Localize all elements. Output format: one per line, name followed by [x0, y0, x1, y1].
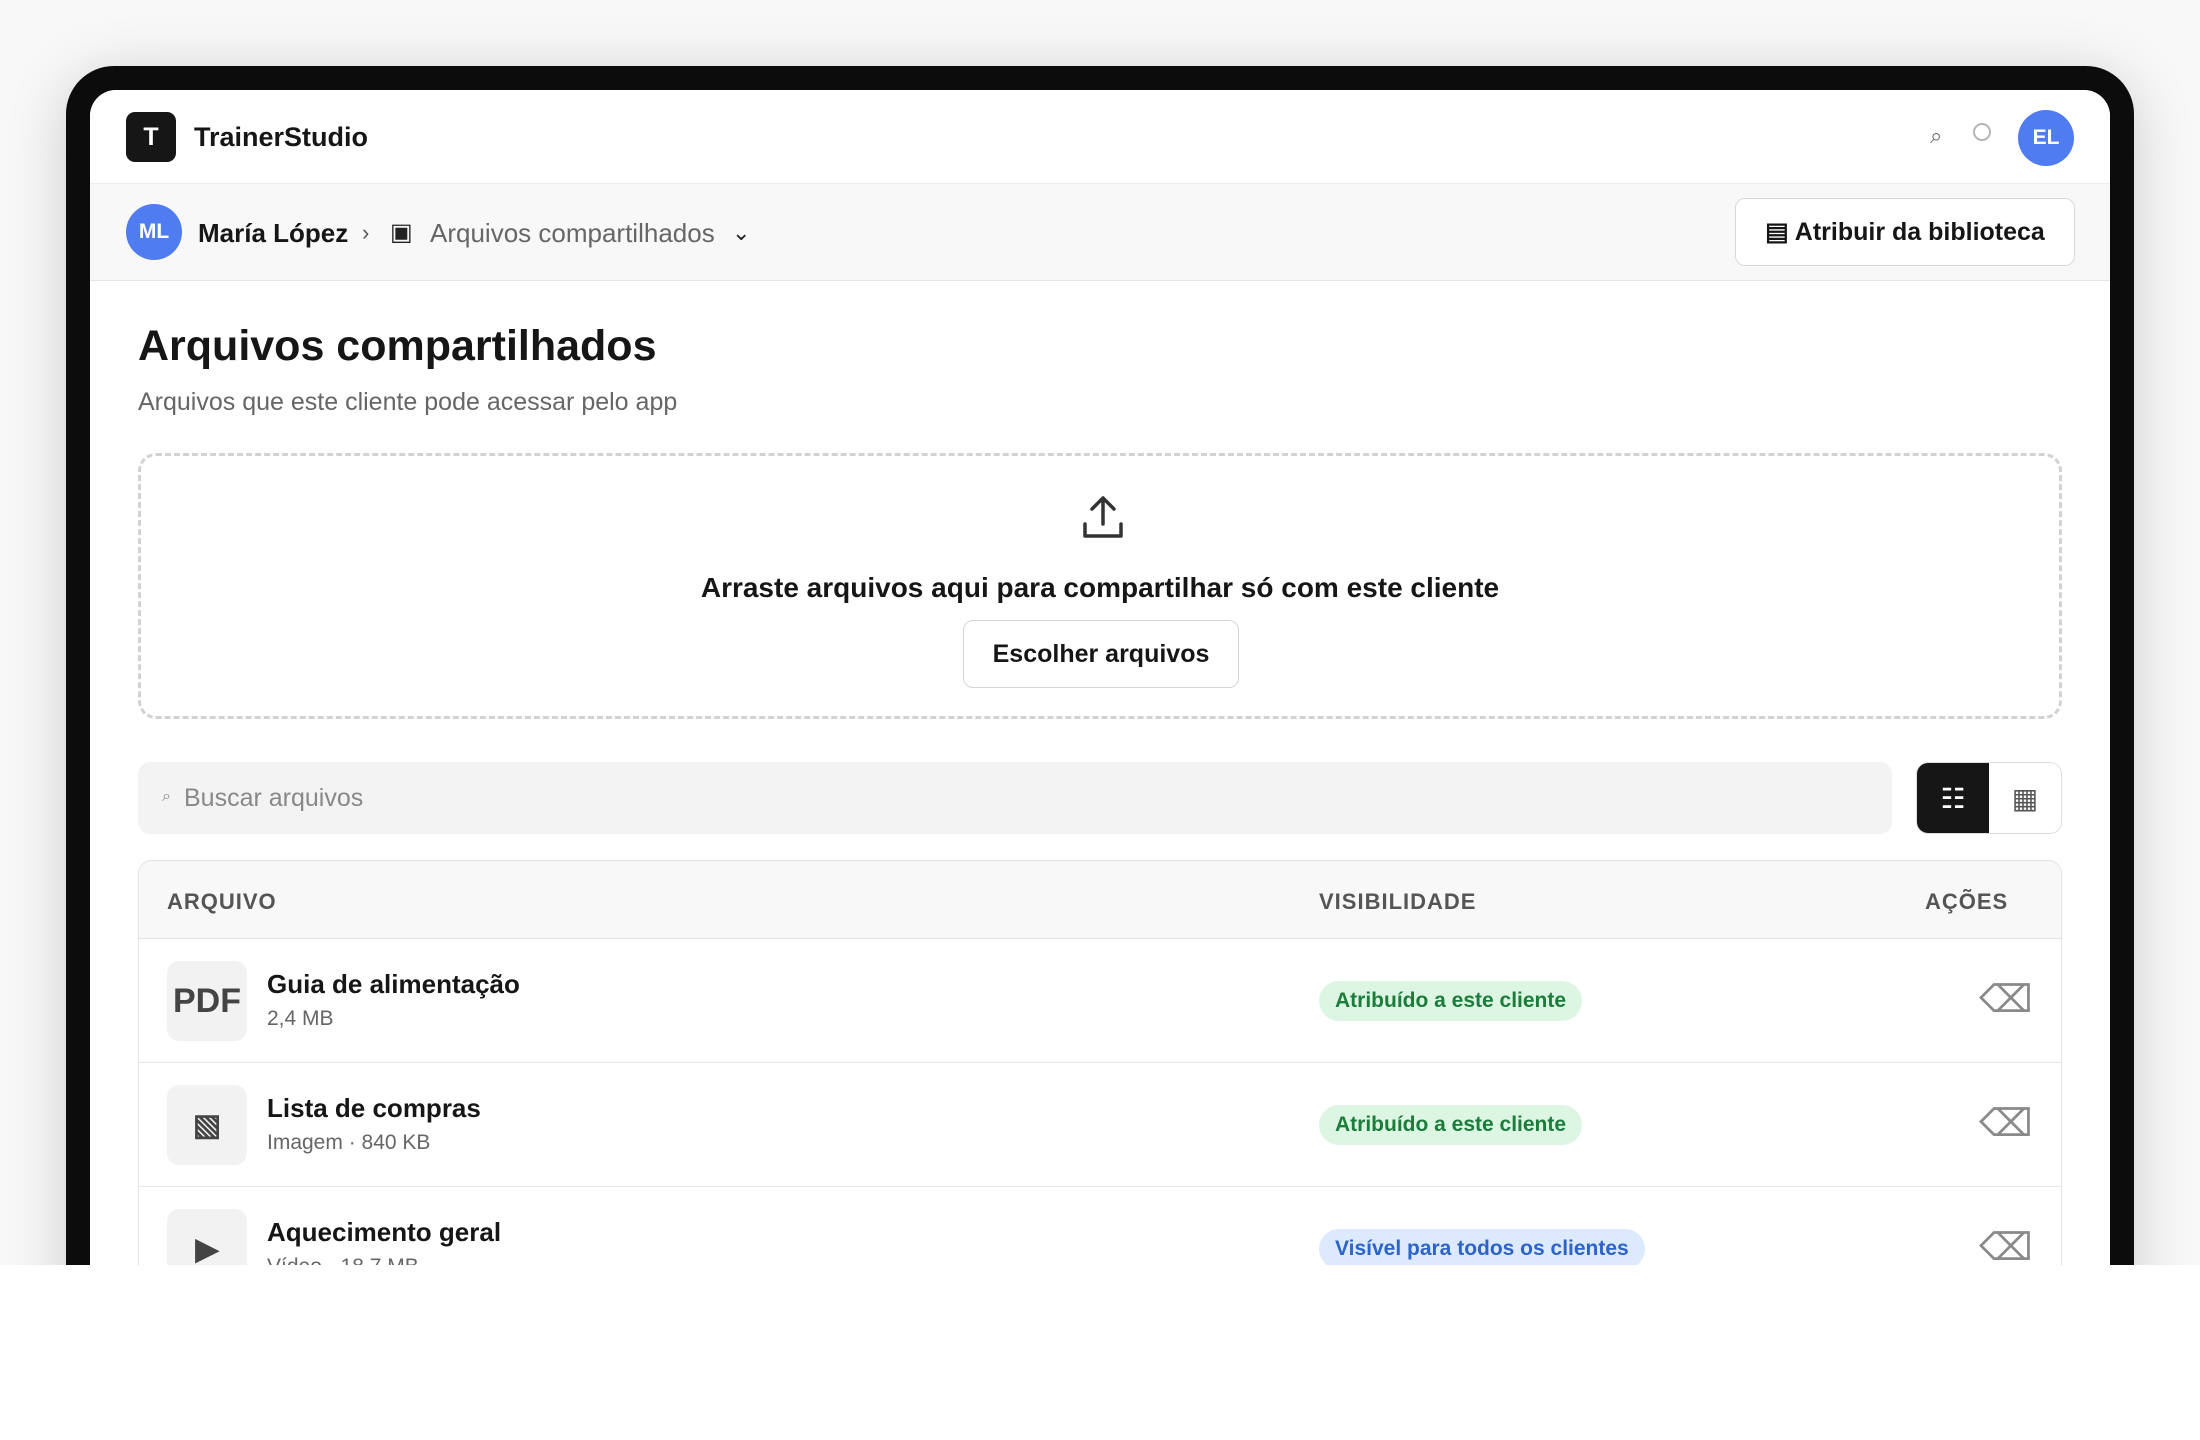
- choose-files-button[interactable]: Escolher arquivos: [963, 620, 1239, 688]
- remove-file-icon[interactable]: ⌫: [1979, 975, 2033, 1025]
- chevron-right-icon: ›: [362, 220, 370, 245]
- top-bar: T TrainerStudio ⌕ EL: [90, 90, 2110, 184]
- upload-dropzone[interactable]: Arraste arquivos aqui para compartilhar …: [138, 453, 2062, 719]
- upload-icon: [1083, 496, 1123, 538]
- search-input[interactable]: [184, 762, 1864, 834]
- search-icon: ⌕: [162, 788, 171, 805]
- app-name: TrainerStudio: [194, 122, 369, 152]
- assign-from-library-button[interactable]: ▤ Atribuir da biblioteca: [1735, 198, 2075, 266]
- file-meta: Imagem · 840 KB: [267, 1131, 431, 1154]
- app-screen: T TrainerStudio ⌕ EL ML María López › ▣ …: [90, 90, 2110, 1265]
- page-subtitle: Arquivos que este cliente pode acessar p…: [138, 388, 678, 416]
- column-file[interactable]: ARQUIVO: [167, 889, 277, 915]
- pdf-file-icon: PDF: [167, 961, 247, 1041]
- view-toggle: ☷ ▦: [1916, 762, 2062, 834]
- grid-view-icon[interactable]: ▦: [1989, 763, 2061, 833]
- bell-icon[interactable]: [1973, 123, 1991, 141]
- app-logo[interactable]: T: [126, 112, 176, 162]
- stage: T TrainerStudio ⌕ EL ML María López › ▣ …: [0, 0, 2200, 1265]
- visibility-badge: Visível para todos os clientes: [1319, 1229, 1645, 1265]
- file-meta: 2,4 MB: [267, 1007, 334, 1030]
- dropzone-text: Arraste arquivos aqui para compartilhar …: [700, 572, 1500, 603]
- page-title: Arquivos compartilhados: [138, 322, 657, 370]
- user-avatar[interactable]: EL: [2018, 110, 2074, 166]
- image-file-icon: ▧: [167, 1085, 247, 1165]
- visibility-badge: Atribuído a este cliente: [1319, 981, 1583, 1021]
- file-meta: Vídeo · 18,7 MB: [267, 1255, 419, 1265]
- table-row[interactable]: PDF Guia de alimentação 2,4 MB Atribuído…: [139, 939, 2061, 1063]
- chevron-down-icon[interactable]: ⌄: [732, 220, 750, 246]
- file-name[interactable]: Lista de compras: [267, 1093, 481, 1124]
- file-name[interactable]: Aquecimento geral: [267, 1217, 501, 1248]
- list-view-icon[interactable]: ☷: [1917, 763, 1989, 833]
- table-row[interactable]: ▧ Lista de compras Imagem · 840 KB Atrib…: [139, 1063, 2061, 1187]
- column-actions: AÇÕES: [1925, 889, 2009, 914]
- folder-icon: ▣: [390, 219, 413, 246]
- video-file-icon: ▶: [167, 1209, 247, 1265]
- client-avatar: ML: [126, 204, 182, 260]
- table-row[interactable]: ▶ Aquecimento geral Vídeo · 18,7 MB Visí…: [139, 1187, 2061, 1265]
- table-header: ARQUIVO VISIBILIDADE AÇÕES: [139, 861, 2061, 939]
- search-icon[interactable]: ⌕: [1930, 123, 1942, 149]
- breadcrumb-client-name[interactable]: María López: [198, 218, 348, 249]
- breadcrumb-section[interactable]: Arquivos compartilhados: [430, 218, 715, 249]
- files-table: ARQUIVO VISIBILIDADE AÇÕES PDF Guia de a…: [138, 860, 2062, 1265]
- visibility-badge: Atribuído a este cliente: [1319, 1105, 1583, 1145]
- breadcrumb: ML María López › ▣ Arquivos compartilhad…: [90, 184, 2110, 281]
- file-name[interactable]: Guia de alimentação: [267, 969, 520, 1000]
- column-visibility[interactable]: VISIBILIDADE: [1319, 889, 1476, 915]
- remove-file-icon[interactable]: ⌫: [1979, 1099, 2033, 1149]
- remove-file-icon[interactable]: ⌫: [1979, 1223, 2033, 1265]
- search-box[interactable]: ⌕: [138, 762, 1892, 834]
